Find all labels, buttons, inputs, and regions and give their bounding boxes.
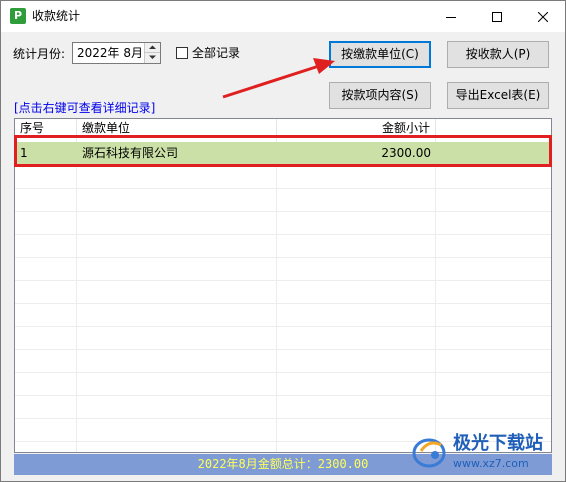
grid-line	[76, 137, 77, 452]
by-item-content-button[interactable]: 按款项内容(S)	[329, 82, 431, 109]
column-header-unit[interactable]: 缴款单位	[77, 119, 277, 137]
grid-line	[435, 137, 436, 452]
chevron-up-icon	[149, 45, 156, 49]
grid-line	[15, 234, 551, 235]
title-bar: P 收款统计	[1, 1, 565, 32]
grid-line	[15, 280, 551, 281]
minimize-button[interactable]	[428, 1, 474, 32]
watermark-title: 极光下载站	[453, 433, 543, 454]
close-icon	[538, 11, 548, 22]
grid-line	[15, 211, 551, 212]
grid-line	[276, 137, 277, 452]
table-row[interactable]: 1 源石科技有限公司 2300.00	[15, 142, 551, 165]
grid-line	[15, 372, 551, 373]
right-click-hint: [点击右键可查看详细记录]	[14, 101, 156, 115]
spin-up-button[interactable]	[144, 43, 160, 53]
spin-down-button[interactable]	[144, 53, 160, 63]
all-records-checkbox[interactable]	[176, 47, 188, 59]
grid-line	[15, 349, 551, 350]
month-label: 统计月份:	[13, 47, 66, 61]
summary-table[interactable]: 序号 缴款单位 金额小计 1 源石科技有限公司 2300.00	[14, 118, 552, 453]
grid-line	[15, 395, 551, 396]
window-title: 收款统计	[32, 9, 81, 23]
column-header-amount[interactable]: 金额小计	[277, 119, 436, 137]
by-payer-button[interactable]: 按收款人(P)	[447, 41, 549, 68]
app-window: P 收款统计 统计月份: 2022年 8月 全部记录 按缴款单位(C) 按收款人…	[0, 0, 566, 482]
watermark-url: www.xz7.com	[453, 457, 529, 470]
maximize-button[interactable]	[474, 1, 520, 32]
watermark: 极光下载站 www.xz7.com	[411, 431, 561, 477]
close-button[interactable]	[520, 1, 566, 32]
column-header-index[interactable]: 序号	[15, 119, 77, 137]
watermark-logo-icon	[412, 438, 446, 468]
chevron-down-icon	[149, 55, 156, 59]
by-payer-unit-button[interactable]: 按缴款单位(C)	[329, 41, 431, 68]
month-picker[interactable]: 2022年 8月	[72, 42, 161, 64]
grid-line	[15, 418, 551, 419]
table-header: 序号 缴款单位 金额小计	[15, 119, 551, 137]
minimize-icon	[446, 16, 456, 18]
grid-line	[15, 303, 551, 304]
export-excel-button[interactable]: 导出Excel表(E)	[447, 82, 549, 109]
cell-amount: 2300.00	[381, 146, 431, 160]
cell-unit: 源石科技有限公司	[82, 146, 179, 160]
grid-line	[15, 188, 551, 189]
grid-line	[15, 257, 551, 258]
grid-line	[15, 165, 551, 166]
cell-index: 1	[20, 146, 28, 160]
month-value[interactable]: 2022年 8月	[77, 45, 143, 61]
all-records-label[interactable]: 全部记录	[192, 45, 240, 61]
column-header-empty	[436, 119, 551, 137]
maximize-icon	[492, 11, 502, 22]
grid-line	[15, 326, 551, 327]
app-icon: P	[10, 8, 26, 24]
